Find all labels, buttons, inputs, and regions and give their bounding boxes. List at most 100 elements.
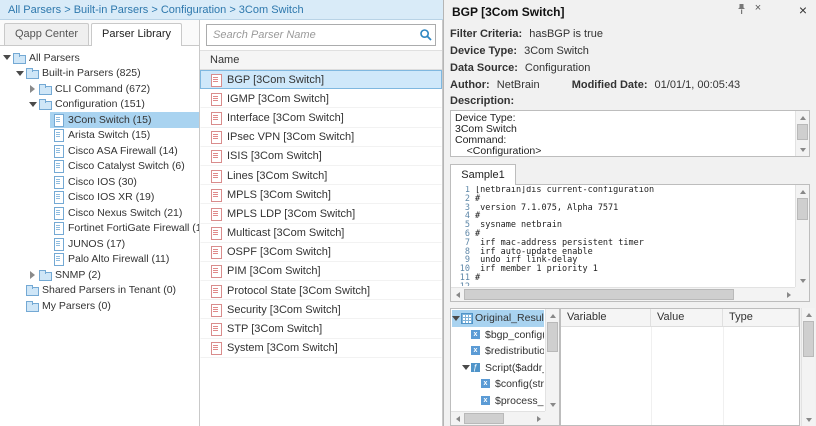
scroll-left-button[interactable] [451, 412, 464, 425]
scroll-down-button[interactable] [796, 143, 809, 156]
tree-item[interactable]: Fortinet FortiGate Firewall (1) [0, 221, 199, 237]
scroll-up-button[interactable] [796, 111, 809, 124]
parser-row[interactable]: Multicast [3Com Switch] [200, 224, 442, 243]
expand-arrow-icon[interactable] [28, 271, 37, 279]
scroll-thumb[interactable] [797, 198, 808, 220]
search-icon[interactable] [417, 28, 435, 42]
tree-item-node[interactable]: Palo Alto Firewall (11) [50, 252, 199, 268]
result-tree-vertical-scrollbar[interactable] [545, 309, 559, 411]
result-tree-item[interactable]: $config(string) [452, 376, 544, 393]
code-horizontal-scrollbar[interactable] [451, 287, 795, 301]
scroll-up-button[interactable] [546, 309, 559, 322]
tree-item[interactable]: CLI Command (672) [0, 81, 199, 97]
parser-row[interactable]: ISIS [3Com Switch] [200, 147, 442, 166]
tree-item-node[interactable]: Cisco IOS (30) [50, 174, 199, 190]
tree-item[interactable]: My Parsers (0) [0, 298, 199, 314]
tree-item-node[interactable]: Cisco IOS XR (19) [50, 190, 199, 206]
tree-item-node[interactable]: All Parsers [11, 50, 199, 66]
pin-icon[interactable] [736, 3, 748, 15]
parser-row[interactable]: Security [3Com Switch] [200, 300, 442, 319]
expand-arrow-icon[interactable] [28, 85, 37, 93]
tree-item-node[interactable]: Cisco ASA Firewall (14) [50, 143, 199, 159]
parser-row[interactable]: IPsec VPN [3Com Switch] [200, 128, 442, 147]
tree-item[interactable]: Cisco ASA Firewall (14) [0, 143, 199, 159]
tree-item-node[interactable]: 3Com Switch (15) [50, 112, 199, 128]
scroll-thumb[interactable] [797, 124, 808, 140]
tree-item[interactable]: Arista Switch (15) [0, 128, 199, 144]
search-input[interactable] [207, 29, 417, 41]
scroll-right-button[interactable] [532, 412, 545, 425]
result-tree-item[interactable]: $addr_famil [452, 409, 544, 410]
scroll-up-button[interactable] [796, 185, 809, 198]
tree-item[interactable]: Shared Parsers in Tenant (0) [0, 283, 199, 299]
column-header-type[interactable]: Type [723, 309, 799, 326]
scroll-down-button[interactable] [546, 398, 559, 411]
tree-item[interactable]: Palo Alto Firewall (11) [0, 252, 199, 268]
result-tree-item[interactable]: Script($addr_family [452, 360, 544, 377]
tree-item-node[interactable]: CLI Command (672) [37, 81, 199, 97]
scroll-thumb[interactable] [803, 321, 814, 357]
description-scrollbar[interactable] [795, 111, 809, 156]
expand-arrow-icon[interactable] [15, 71, 24, 76]
parser-row[interactable]: IGMP [3Com Switch] [200, 89, 442, 108]
tree-item[interactable]: JUNOS (17) [0, 236, 199, 252]
parser-row[interactable]: MPLS LDP [3Com Switch] [200, 204, 442, 223]
tree-item-node[interactable]: JUNOS (17) [50, 236, 199, 252]
tree-item[interactable]: 3Com Switch (15) [0, 112, 199, 128]
tab-parser-library[interactable]: Parser Library [91, 23, 182, 45]
scroll-left-button[interactable] [451, 288, 464, 301]
result-tree-item[interactable]: $redistribution_con [452, 343, 544, 360]
expand-arrow-icon[interactable] [462, 365, 470, 370]
tree-item-node[interactable]: Configuration (151) [37, 97, 199, 113]
tab-sample1[interactable]: Sample1 [450, 164, 516, 185]
result-tree-item[interactable]: $bgp_config(config [452, 327, 544, 344]
scroll-thumb[interactable] [464, 413, 504, 424]
parser-row[interactable]: Lines [3Com Switch] [200, 166, 442, 185]
result-tree-item[interactable]: $process_id(str [452, 393, 544, 410]
scroll-down-button[interactable] [802, 413, 815, 426]
tree-item[interactable]: SNMP (2) [0, 267, 199, 283]
tree-item-node[interactable]: Built-in Parsers (825) [24, 66, 199, 82]
scroll-thumb[interactable] [464, 289, 734, 300]
parser-row[interactable]: MPLS [3Com Switch] [200, 185, 442, 204]
tree-item[interactable]: Built-in Parsers (825) [0, 66, 199, 82]
tree-item-node[interactable]: Fortinet FortiGate Firewall (1) [50, 221, 199, 237]
variable-table-scrollbar[interactable] [801, 308, 815, 426]
tree-item-node[interactable]: Arista Switch (15) [50, 128, 199, 144]
parser-row[interactable]: System [3Com Switch] [200, 339, 442, 358]
tree-item[interactable]: All Parsers [0, 50, 199, 66]
scroll-thumb[interactable] [547, 322, 558, 352]
parser-row[interactable]: Protocol State [3Com Switch] [200, 281, 442, 300]
tree-item-node[interactable]: My Parsers (0) [24, 298, 199, 314]
parser-row[interactable]: BGP [3Com Switch] [200, 70, 442, 89]
tree-item[interactable]: Cisco IOS XR (19) [0, 190, 199, 206]
expand-arrow-icon[interactable] [452, 316, 460, 321]
scroll-up-button[interactable] [802, 308, 815, 321]
tree-item-node[interactable]: Cisco Catalyst Switch (6) [50, 159, 199, 175]
scroll-right-button[interactable] [782, 288, 795, 301]
column-header-name[interactable]: Name [200, 50, 442, 70]
parser-row[interactable]: PIM [3Com Switch] [200, 262, 442, 281]
parser-row[interactable]: Interface [3Com Switch] [200, 108, 442, 127]
column-header-variable[interactable]: Variable [561, 309, 651, 326]
tree-item[interactable]: Cisco Catalyst Switch (6) [0, 159, 199, 175]
result-tree-horizontal-scrollbar[interactable] [451, 411, 545, 425]
code-vertical-scrollbar[interactable] [795, 185, 809, 287]
parser-row[interactable]: OSPF [3Com Switch] [200, 243, 442, 262]
parser-row[interactable]: STP [3Com Switch] [200, 319, 442, 338]
close-icon[interactable]: × [796, 3, 810, 17]
tab-qapp-center[interactable]: Qapp Center [4, 23, 89, 45]
dock-close-icon[interactable]: × [752, 2, 764, 14]
tree-item[interactable]: Cisco IOS (30) [0, 174, 199, 190]
expand-arrow-icon[interactable] [2, 55, 11, 60]
result-tree-item[interactable]: Original_Result [452, 310, 544, 327]
tree-item-node[interactable]: SNMP (2) [37, 267, 199, 283]
tree-item[interactable]: Cisco Nexus Switch (21) [0, 205, 199, 221]
breadcrumb[interactable]: All Parsers > Built-in Parsers > Configu… [8, 4, 304, 16]
tree-item[interactable]: Configuration (151) [0, 97, 199, 113]
expand-arrow-icon[interactable] [28, 102, 37, 107]
scroll-down-button[interactable] [796, 274, 809, 287]
tree-item-node[interactable]: Shared Parsers in Tenant (0) [24, 283, 199, 299]
column-header-value[interactable]: Value [651, 309, 723, 326]
tree-item-node[interactable]: Cisco Nexus Switch (21) [50, 205, 199, 221]
